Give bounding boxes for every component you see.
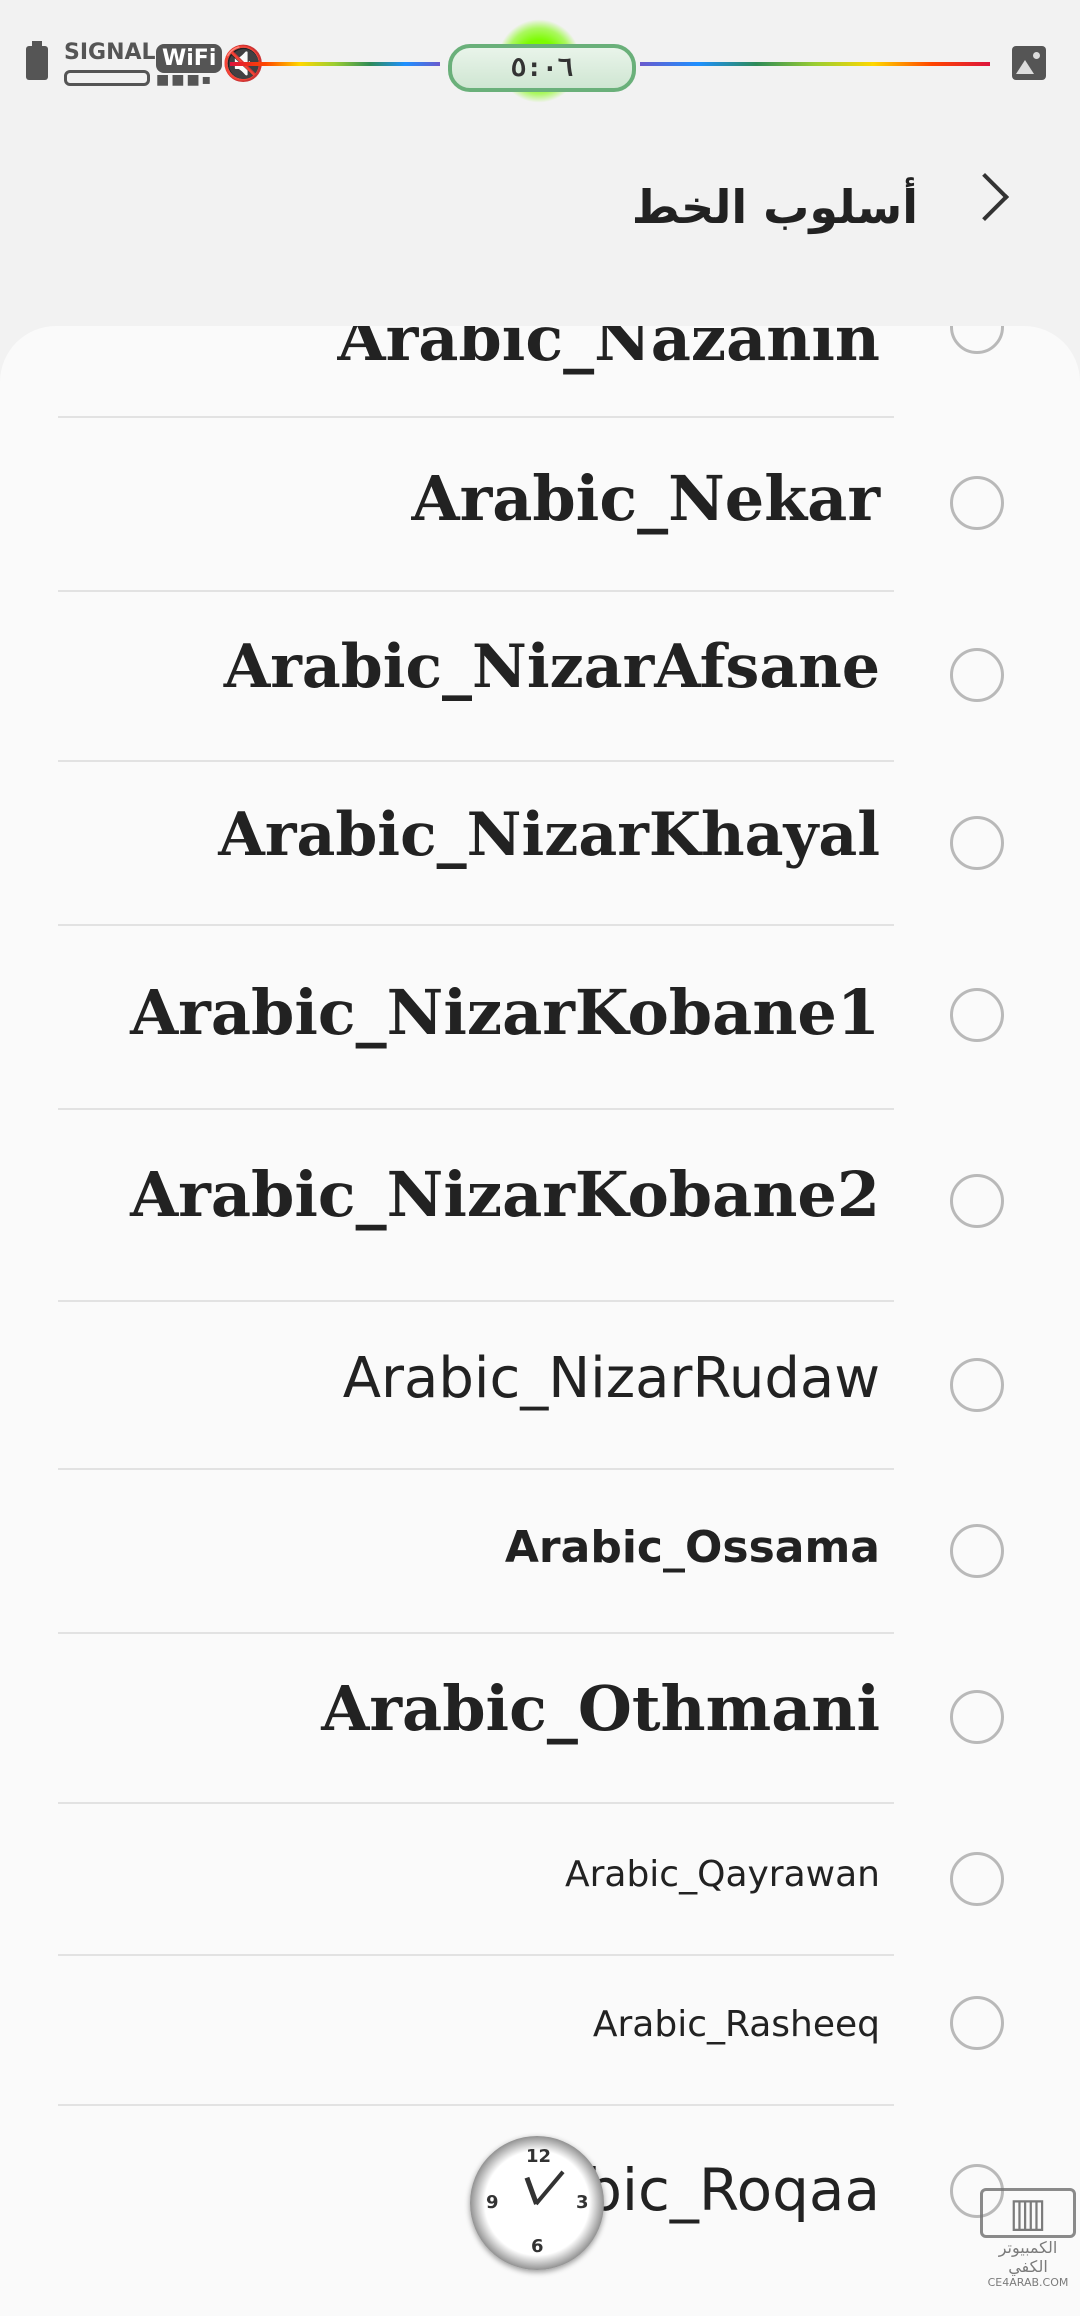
signal-icon [64, 70, 150, 86]
list-item[interactable]: Arabic_Nazanin [0, 326, 1080, 418]
font-label: Arabic_Rasheeq [592, 2004, 880, 2045]
radio-button[interactable] [950, 1690, 1004, 1744]
status-decoration-right [640, 62, 990, 66]
clock-number: 3 [576, 2192, 589, 2213]
font-label: Arabic_NizarKobane2 [130, 1158, 880, 1231]
clock-hour-hand [524, 2176, 539, 2205]
list-item[interactable]: Arabic_NizarRudaw [0, 1302, 1080, 1470]
radio-button[interactable] [950, 988, 1004, 1042]
battery-icon [26, 41, 48, 80]
list-item[interactable]: Arabic_Nekar [0, 418, 1080, 592]
clock-number: 9 [486, 2192, 499, 2213]
gallery-icon [1012, 46, 1046, 80]
watermark-logo: ▥ الكمبيوتر الكفي CE4ARAB.COM [980, 2188, 1076, 2289]
list-item[interactable]: Arabic_NizarKobane1 [0, 926, 1080, 1110]
radio-button[interactable] [950, 816, 1004, 870]
watermark-icon: ▥ [980, 2188, 1076, 2238]
wifi-icon: WiFi [156, 44, 223, 73]
font-label: Arabic_NizarKobane1 [130, 976, 880, 1049]
radio-button[interactable] [950, 1358, 1004, 1412]
font-label: Arabic_Nekar [411, 462, 880, 535]
page-title: أسلوب الخط [631, 180, 918, 234]
list-item[interactable]: Arabic_Ossama [0, 1470, 1080, 1634]
list-item[interactable]: Arabic_Othmani [0, 1634, 1080, 1804]
signal-label: SIGNAL [64, 40, 156, 65]
status-bar: SIGNAL WiFi ■■■▪ 🔇 ٥:٠٦ [0, 0, 1080, 130]
watermark-text-ar: الكمبيوتر الكفي [998, 2238, 1058, 2276]
list-item[interactable]: Arabic_NizarKobane2 [0, 1110, 1080, 1302]
floating-clock-widget[interactable]: 12 3 6 9 [470, 2136, 604, 2270]
clock-number: 12 [526, 2146, 552, 2167]
wifi-strength-icon: ■■■▪ [156, 72, 214, 88]
font-label: Arabic_NizarAfsane [223, 632, 880, 702]
status-time: ٥:٠٦ [448, 44, 636, 92]
list-item[interactable]: Arabic_Rasheeq [0, 1956, 1080, 2106]
list-item[interactable]: Arabic_Qayrawan [0, 1804, 1080, 1956]
font-label: Arabic_Othmani [321, 1672, 880, 1745]
app-bar [0, 150, 1080, 280]
radio-button[interactable] [950, 476, 1004, 530]
font-label: Arabic_NizarKhayal [218, 800, 880, 870]
radio-button[interactable] [950, 326, 1004, 354]
clock-number: 6 [531, 2236, 544, 2257]
font-label: Arabic_Qayrawan [564, 1854, 880, 1895]
list-item[interactable]: Arabic_NizarAfsane [0, 592, 1080, 762]
radio-button[interactable] [950, 1852, 1004, 1906]
font-label: Arabic_Nazanin [337, 326, 880, 375]
font-list-card: Arabic_Nazanin Arabic_Nekar Arabic_Nizar… [0, 326, 1080, 2316]
radio-button[interactable] [950, 1996, 1004, 2050]
radio-button[interactable] [950, 1524, 1004, 1578]
radio-button[interactable] [950, 648, 1004, 702]
status-decoration-left [230, 62, 440, 66]
clock-minute-hand [534, 2170, 565, 2206]
font-label: Arabic_Ossama [504, 1522, 880, 1573]
list-item[interactable]: Arabic_NizarKhayal [0, 762, 1080, 926]
font-label: Arabic_NizarRudaw [342, 1346, 880, 1411]
radio-button[interactable] [950, 1174, 1004, 1228]
font-list: Arabic_Nazanin Arabic_Nekar Arabic_Nizar… [0, 326, 1080, 2276]
watermark-text-en: CE4ARAB.COM [987, 2276, 1069, 2289]
